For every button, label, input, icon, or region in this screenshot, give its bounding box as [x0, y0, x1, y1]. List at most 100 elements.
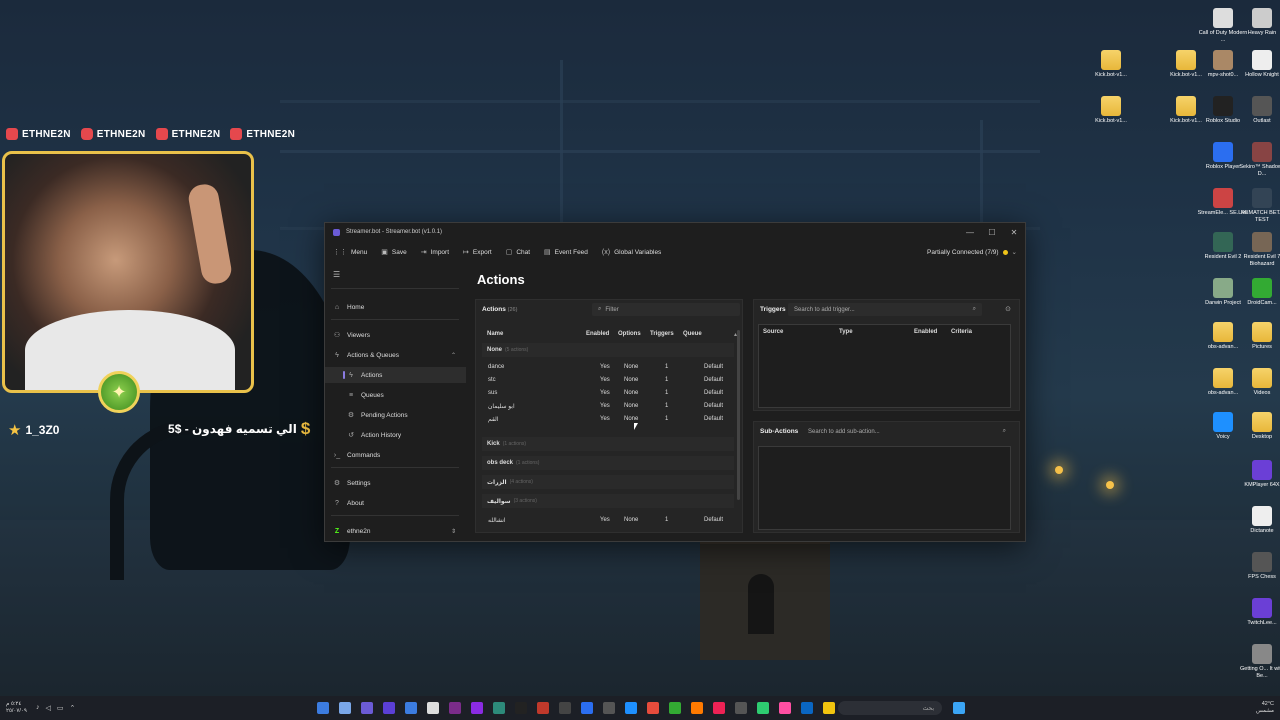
- taskbar-app-icon[interactable]: [559, 702, 571, 714]
- desktop-icon[interactable]: Kick.bot-v1...: [1085, 50, 1137, 79]
- chevron-up-icon[interactable]: ⌃: [70, 704, 76, 712]
- desktop-icon[interactable]: DroidCam...: [1236, 278, 1280, 307]
- col-options[interactable]: Options: [618, 331, 641, 337]
- col-criteria[interactable]: Criteria: [951, 329, 972, 335]
- taskbar-app-icon[interactable]: [471, 702, 483, 714]
- maximize-button[interactable]: ☐: [981, 228, 1003, 237]
- save-button[interactable]: ▣ Save: [381, 248, 407, 257]
- table-row[interactable]: ابو سليمان Yes None 1 Default: [482, 400, 734, 413]
- sidebar-item-viewers[interactable]: ⚇ Viewers: [325, 327, 466, 343]
- desktop-icon[interactable]: Hollow Knight: [1236, 50, 1280, 79]
- notification-icon[interactable]: ♪: [36, 704, 40, 712]
- action-group[interactable]: سواليف (3 actions): [482, 494, 734, 508]
- col-enabled[interactable]: Enabled: [914, 329, 937, 335]
- taskbar-app-icon[interactable]: [713, 702, 725, 714]
- taskbar-app-icon[interactable]: [361, 702, 373, 714]
- menu-button[interactable]: ⋮⋮ Menu: [333, 248, 367, 257]
- taskbar-app-icon[interactable]: [625, 702, 637, 714]
- table-row[interactable]: dance Yes None 1 Default: [482, 361, 734, 374]
- table-row[interactable]: sus Yes None 1 Default: [482, 387, 734, 400]
- col-triggers[interactable]: Triggers: [650, 331, 674, 337]
- export-button[interactable]: ↦ Export: [463, 248, 492, 257]
- connection-status[interactable]: Partially Connected (7/9) ⌄: [927, 248, 1017, 257]
- taskbar-app-icon[interactable]: [779, 702, 791, 714]
- app-icon: [1213, 142, 1233, 162]
- taskbar-app-icon[interactable]: [603, 702, 615, 714]
- taskbar-app-icon[interactable]: [735, 702, 747, 714]
- sidebar-item-actions-queues[interactable]: ϟ Actions & Queues ⌃: [325, 347, 466, 363]
- desktop-icon[interactable]: KMPlayer 64X: [1236, 460, 1280, 489]
- subactions-list[interactable]: [758, 446, 1011, 530]
- desktop-icon[interactable]: REMATCH BETA TEST: [1236, 188, 1280, 223]
- import-button[interactable]: ⇥ Import: [421, 248, 449, 257]
- table-row[interactable]: القم Yes None 1 Default: [482, 413, 734, 426]
- system-clock[interactable]: ٥:٢٤ م ٢٥/٠٧/٠٩: [6, 701, 27, 714]
- volume-icon[interactable]: ◁: [46, 704, 51, 712]
- taskbar-app-icon[interactable]: [581, 702, 593, 714]
- desktop-icon[interactable]: Outlast: [1236, 96, 1280, 125]
- event-feed-button[interactable]: ▤ Event Feed: [544, 248, 588, 257]
- taskbar-app-icon[interactable]: [383, 702, 395, 714]
- weather-widget[interactable]: 42°C مشمس: [1256, 701, 1274, 714]
- taskbar-app-icon[interactable]: [493, 702, 505, 714]
- chat-button[interactable]: ▢ Chat: [506, 248, 530, 257]
- taskbar-app-icon[interactable]: [317, 702, 329, 714]
- save-label: Save: [391, 248, 407, 256]
- taskbar-app-icon[interactable]: [691, 702, 703, 714]
- desktop-icon[interactable]: Heavy Rain: [1236, 8, 1280, 37]
- action-group[interactable]: None (5 actions): [482, 343, 734, 357]
- desktop-icon[interactable]: TwitchLee...: [1236, 598, 1280, 627]
- table-row[interactable]: انشالله Yes None 1 Default: [482, 514, 734, 524]
- sidebar-item-queues[interactable]: ≡ Queues: [325, 387, 466, 403]
- col-enabled[interactable]: Enabled: [586, 331, 609, 337]
- trigger-search-input[interactable]: Search to add trigger... ⌕: [788, 303, 982, 316]
- taskbar-app-icon[interactable]: [801, 702, 813, 714]
- desktop-icon[interactable]: Videos: [1236, 368, 1280, 397]
- desktop-icon[interactable]: Getting O... It with Be...: [1236, 644, 1280, 679]
- subaction-search-input[interactable]: Search to add sub-action... ⌕: [802, 425, 1012, 438]
- sidebar-item-commands[interactable]: ›_ Commands: [325, 447, 466, 463]
- col-source[interactable]: Source: [763, 329, 783, 335]
- action-group[interactable]: Kick (1 actions): [482, 437, 734, 451]
- minimize-button[interactable]: —: [959, 228, 981, 237]
- taskbar-app-icon[interactable]: [757, 702, 769, 714]
- actions-filter-input[interactable]: ⌕ Filter: [592, 303, 740, 316]
- taskbar-app-icon[interactable]: [823, 702, 835, 714]
- action-group[interactable]: الزرات (4 actions): [482, 475, 734, 489]
- settings-circle-icon[interactable]: ⊙: [1005, 305, 1011, 313]
- sidebar-item-pending-actions[interactable]: ⚙ Pending Actions: [325, 407, 466, 423]
- sidebar-item-settings[interactable]: ⚙ Settings: [325, 475, 466, 491]
- taskbar-app-icon[interactable]: [405, 702, 417, 714]
- sidebar-item-actions[interactable]: ϟ Actions: [325, 367, 466, 383]
- col-queue[interactable]: Queue: [683, 331, 702, 337]
- taskbar-app-icon[interactable]: [669, 702, 681, 714]
- taskbar-app-icon[interactable]: [339, 702, 351, 714]
- global-variables-button[interactable]: (x) Global Variables: [602, 249, 661, 256]
- desktop-icon[interactable]: Kick.bot-v1...: [1085, 96, 1137, 125]
- taskbar-app-icon[interactable]: [427, 702, 439, 714]
- network-icon[interactable]: ▭: [57, 704, 64, 712]
- sidebar-item-home[interactable]: ⌂ Home: [325, 299, 466, 315]
- desktop-icon[interactable]: Pictures: [1236, 322, 1280, 351]
- taskbar-app-icon[interactable]: [537, 702, 549, 714]
- desktop-icon[interactable]: Resident Evil 7 Biohazard: [1236, 232, 1280, 267]
- sidebar-user[interactable]: Zethne2n ⇕: [325, 523, 466, 539]
- desktop-icon[interactable]: Dictanote: [1236, 506, 1280, 535]
- taskbar-app-icon[interactable]: [449, 702, 461, 714]
- taskbar-app-icon[interactable]: [515, 702, 527, 714]
- hamburger-menu-icon[interactable]: ☰: [333, 270, 340, 279]
- table-row[interactable]: stc Yes None 1 Default: [482, 374, 734, 387]
- action-group[interactable]: obs deck (1 actions): [482, 456, 734, 470]
- desktop-icon[interactable]: FPS Chess: [1236, 552, 1280, 581]
- close-button[interactable]: ✕: [1003, 228, 1025, 237]
- windows-start-icon[interactable]: [953, 702, 965, 714]
- col-name[interactable]: Name: [487, 331, 503, 337]
- taskbar-app-icon[interactable]: [647, 702, 659, 714]
- desktop-icon[interactable]: Desktop: [1236, 412, 1280, 441]
- sidebar-item-action-history[interactable]: ↺ Action History: [325, 427, 466, 443]
- taskbar-search[interactable]: بحث: [838, 701, 942, 715]
- col-type[interactable]: Type: [839, 329, 853, 335]
- actions-scrollbar[interactable]: [737, 330, 740, 500]
- sidebar-item-about[interactable]: ? About: [325, 495, 466, 511]
- desktop-icon[interactable]: Sekiro™ Shadows D...: [1236, 142, 1280, 177]
